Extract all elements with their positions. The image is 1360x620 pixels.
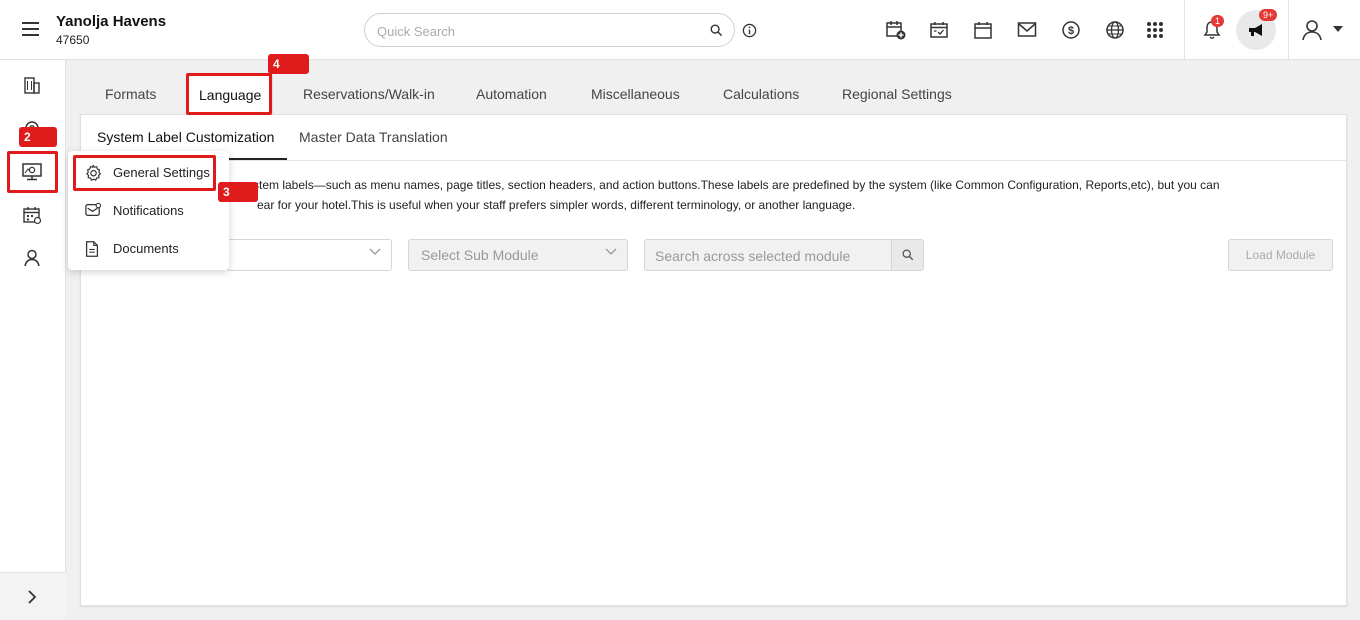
tab-regional-settings[interactable]: Regional Settings xyxy=(842,75,952,115)
menu-item-general-settings[interactable]: General Settings xyxy=(68,153,229,191)
description-line-1: ystem labels—such as menu names, page ti… xyxy=(247,178,1220,192)
menu-item-label: Documents xyxy=(113,241,179,256)
settings-flyout-menu: General Settings Notifications Documents xyxy=(68,151,229,270)
calendar-add-icon[interactable] xyxy=(885,19,907,41)
sub-module-select[interactable]: Select Sub Module xyxy=(408,239,628,271)
top-bar: Yanolja Havens 47650 $ 1 9+ xyxy=(0,0,1360,60)
divider xyxy=(81,160,1346,161)
toolbar-divider xyxy=(1184,0,1185,60)
announcement-count-badge: 9+ xyxy=(1259,9,1278,21)
user-icon[interactable] xyxy=(22,248,42,268)
module-search-button[interactable] xyxy=(891,240,923,270)
subtab-system-label-customization[interactable]: System Label Customization xyxy=(97,129,274,145)
description-text: ystem labels—such as menu names, page ti… xyxy=(247,175,1327,215)
module-select[interactable] xyxy=(227,239,392,271)
chevron-down-icon xyxy=(605,248,617,255)
search-icon[interactable] xyxy=(710,24,723,37)
tab-reservations-walk-in[interactable]: Reservations/Walk-in xyxy=(303,75,435,115)
megaphone-icon xyxy=(1249,24,1262,36)
notification-count-badge: 1 xyxy=(1211,15,1225,27)
tab-language[interactable]: Language xyxy=(187,75,274,115)
step-badge-3: 3 xyxy=(218,182,258,202)
sidebar-expand-button[interactable] xyxy=(0,572,66,620)
globe-icon[interactable] xyxy=(1105,20,1125,40)
svg-text:$: $ xyxy=(1068,25,1074,37)
step-badge-2: 2 xyxy=(19,127,57,147)
chevron-down-icon xyxy=(369,248,381,255)
quick-search-input[interactable] xyxy=(377,21,697,41)
apps-grid-icon[interactable] xyxy=(1146,21,1164,39)
hotel-id: 47650 xyxy=(56,33,90,47)
menu-icon[interactable] xyxy=(20,18,42,40)
menu-item-label: Notifications xyxy=(113,203,184,218)
building-icon[interactable] xyxy=(22,75,42,95)
chevron-right-icon xyxy=(28,590,37,604)
tab-formats[interactable]: Formats xyxy=(105,75,156,115)
description-line-2: ear for your hotel.This is useful when y… xyxy=(257,198,856,212)
info-icon[interactable] xyxy=(742,23,757,38)
menu-item-documents[interactable]: Documents xyxy=(68,229,229,267)
gear-icon xyxy=(86,164,101,181)
language-settings-panel: System Label Customization Master Data T… xyxy=(80,114,1347,606)
calendar-list-icon[interactable] xyxy=(22,205,42,225)
hotel-name: Yanolja Havens xyxy=(56,13,167,30)
mail-icon[interactable] xyxy=(1017,21,1037,39)
module-search-box xyxy=(644,239,924,271)
tab-automation[interactable]: Automation xyxy=(476,75,547,115)
load-module-button[interactable]: Load Module xyxy=(1228,239,1333,271)
monitor-settings-icon[interactable] xyxy=(21,162,43,182)
currency-icon[interactable]: $ xyxy=(1061,20,1081,40)
toolbar-divider xyxy=(1288,0,1289,60)
user-avatar-icon[interactable] xyxy=(1300,18,1324,42)
document-icon xyxy=(85,241,99,257)
tab-miscellaneous[interactable]: Miscellaneous xyxy=(591,75,680,115)
tab-calculations[interactable]: Calculations xyxy=(723,75,799,115)
quick-search-box xyxy=(364,13,735,47)
caret-down-icon[interactable] xyxy=(1333,26,1343,32)
calendar-check-icon[interactable] xyxy=(929,20,949,40)
menu-item-label: General Settings xyxy=(113,165,210,180)
mail-icon xyxy=(85,202,102,216)
search-icon xyxy=(902,249,914,261)
module-search-input[interactable] xyxy=(655,246,880,266)
step-badge-4: 4 xyxy=(268,54,309,74)
subtab-master-data-translation[interactable]: Master Data Translation xyxy=(299,129,448,145)
menu-item-notifications[interactable]: Notifications xyxy=(68,191,229,229)
calendar-icon[interactable] xyxy=(973,20,993,40)
sub-module-placeholder: Select Sub Module xyxy=(421,247,539,263)
